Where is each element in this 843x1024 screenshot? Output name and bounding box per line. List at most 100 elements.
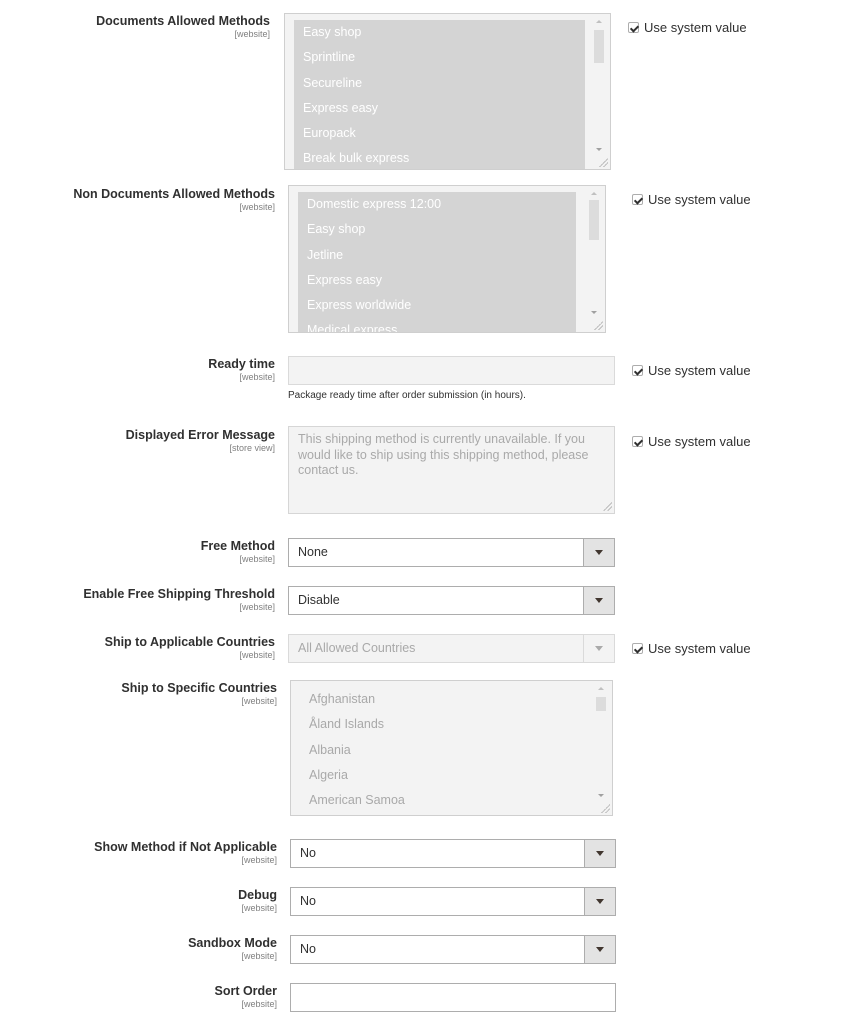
field-scope: [website]	[234, 29, 270, 39]
scroll-down-arrow-icon[interactable]	[591, 311, 597, 314]
field-scope: [website]	[239, 650, 275, 660]
resize-handle-icon[interactable]	[593, 320, 603, 330]
show-method-if-not-applicable-select[interactable]: No	[290, 839, 616, 868]
option-item[interactable]: Express worldwide	[298, 293, 576, 318]
select-value: None	[298, 545, 328, 559]
checkbox-checked-icon[interactable]	[632, 436, 643, 447]
use-system-value-label: Use system value	[644, 20, 747, 35]
field-title: Documents Allowed Methods	[96, 14, 270, 28]
option-item[interactable]: Algeria	[300, 763, 585, 788]
enable-free-shipping-threshold-select[interactable]: Disable	[288, 586, 615, 615]
ship-to-applicable-countries-use-system-value[interactable]: Use system value	[632, 641, 751, 656]
checkbox-checked-icon[interactable]	[632, 643, 643, 654]
field-scope: [website]	[241, 999, 277, 1009]
field-title: Debug	[238, 888, 277, 902]
documents-allowed-methods-multiselect[interactable]: Easy shop Sprintline Secureline Express …	[284, 13, 611, 170]
chevron-down-icon	[596, 851, 604, 856]
resize-handle-icon[interactable]	[602, 501, 612, 511]
field-title: Displayed Error Message	[125, 428, 275, 442]
option-item[interactable]: Afghanistan	[300, 687, 585, 712]
ready-time-input[interactable]	[288, 356, 615, 385]
select-value: All Allowed Countries	[298, 641, 416, 655]
option-item[interactable]: Break bulk express	[294, 146, 585, 169]
checkbox-checked-icon[interactable]	[632, 365, 643, 376]
option-item[interactable]: Domestic express 12:00	[298, 192, 576, 217]
ship-to-applicable-countries-select[interactable]: All Allowed Countries	[288, 634, 615, 663]
ready-time-use-system-value[interactable]: Use system value	[632, 363, 751, 378]
option-item[interactable]: Easy shop	[294, 20, 585, 45]
resize-handle-icon[interactable]	[598, 157, 608, 167]
option-item[interactable]: Medical express	[298, 318, 576, 332]
ship-to-applicable-countries-label: Ship to Applicable Countries [website]	[105, 635, 275, 661]
option-item[interactable]: Åland Islands	[300, 712, 585, 737]
option-item[interactable]: Sprintline	[294, 45, 585, 70]
non-documents-allowed-methods-use-system-value[interactable]: Use system value	[632, 192, 751, 207]
field-scope: [website]	[241, 696, 277, 706]
option-item[interactable]: Express easy	[294, 96, 585, 121]
documents-allowed-methods-use-system-value[interactable]: Use system value	[628, 20, 747, 35]
field-scope: [website]	[239, 602, 275, 612]
chevron-down-icon	[596, 899, 604, 904]
sandbox-mode-select[interactable]: No	[290, 935, 616, 964]
dropdown-toggle[interactable]	[583, 539, 614, 566]
debug-label: Debug [website]	[238, 888, 277, 914]
scroll-thumb[interactable]	[596, 697, 606, 711]
checkbox-checked-icon[interactable]	[628, 22, 639, 33]
scroll-down-arrow-icon[interactable]	[596, 148, 602, 151]
scroll-up-arrow-icon[interactable]	[598, 687, 604, 690]
ready-time-note: Package ready time after order submissio…	[288, 390, 526, 401]
option-item[interactable]: Secureline	[294, 71, 585, 96]
scrollbar[interactable]	[588, 190, 601, 316]
scrollbar[interactable]	[593, 18, 606, 153]
scroll-up-arrow-icon[interactable]	[596, 20, 602, 23]
option-item[interactable]: Jetline	[298, 243, 576, 268]
use-system-value-label: Use system value	[648, 363, 751, 378]
non-documents-allowed-methods-label: Non Documents Allowed Methods [website]	[73, 187, 275, 213]
options-list: Easy shop Sprintline Secureline Express …	[294, 20, 585, 169]
select-value: No	[300, 846, 316, 860]
sort-order-label: Sort Order [website]	[214, 984, 277, 1010]
option-item[interactable]: American Samoa	[300, 788, 585, 813]
dropdown-toggle[interactable]	[583, 587, 614, 614]
field-scope: [store view]	[229, 443, 275, 453]
field-scope: [website]	[241, 951, 277, 961]
displayed-error-message-label: Displayed Error Message [store view]	[126, 428, 275, 454]
free-method-select[interactable]: None	[288, 538, 615, 567]
scroll-thumb[interactable]	[594, 30, 604, 63]
documents-allowed-methods-label: Documents Allowed Methods [website]	[96, 14, 270, 40]
ready-time-label: Ready time [website]	[208, 357, 275, 383]
field-title: Ready time	[208, 357, 275, 371]
resize-handle-icon[interactable]	[600, 803, 610, 813]
scrollbar[interactable]	[595, 685, 608, 799]
field-scope: [website]	[241, 903, 277, 913]
enable-free-shipping-threshold-label: Enable Free Shipping Threshold [website]	[83, 587, 275, 613]
scroll-down-arrow-icon[interactable]	[598, 794, 604, 797]
displayed-error-message-use-system-value[interactable]: Use system value	[632, 434, 751, 449]
debug-select[interactable]: No	[290, 887, 616, 916]
field-title: Ship to Applicable Countries	[104, 635, 275, 649]
scroll-up-arrow-icon[interactable]	[591, 192, 597, 195]
sandbox-mode-label: Sandbox Mode [website]	[188, 936, 277, 962]
field-title: Non Documents Allowed Methods	[73, 187, 275, 201]
field-scope: [website]	[241, 855, 277, 865]
options-list: Afghanistan Åland Islands Albania Algeri…	[300, 687, 585, 815]
scroll-thumb[interactable]	[589, 200, 599, 240]
option-item[interactable]: Europack	[294, 121, 585, 146]
select-value: No	[300, 942, 316, 956]
non-documents-allowed-methods-multiselect[interactable]: Domestic express 12:00 Easy shop Jetline…	[288, 185, 606, 333]
dropdown-toggle[interactable]	[583, 635, 614, 662]
dropdown-toggle[interactable]	[584, 936, 615, 963]
option-item[interactable]: Express easy	[298, 268, 576, 293]
chevron-down-icon	[596, 947, 604, 952]
field-scope: [website]	[239, 202, 275, 212]
checkbox-checked-icon[interactable]	[632, 194, 643, 205]
field-title: Show Method if Not Applicable	[94, 840, 277, 854]
field-title: Free Method	[200, 539, 275, 553]
dropdown-toggle[interactable]	[584, 888, 615, 915]
ship-to-specific-countries-multiselect[interactable]: Afghanistan Åland Islands Albania Algeri…	[290, 680, 613, 816]
dropdown-toggle[interactable]	[584, 840, 615, 867]
sort-order-input[interactable]	[290, 983, 616, 1012]
displayed-error-message-textarea[interactable]: This shipping method is currently unavai…	[288, 426, 615, 514]
option-item[interactable]: Albania	[300, 738, 585, 763]
option-item[interactable]: Easy shop	[298, 217, 576, 242]
